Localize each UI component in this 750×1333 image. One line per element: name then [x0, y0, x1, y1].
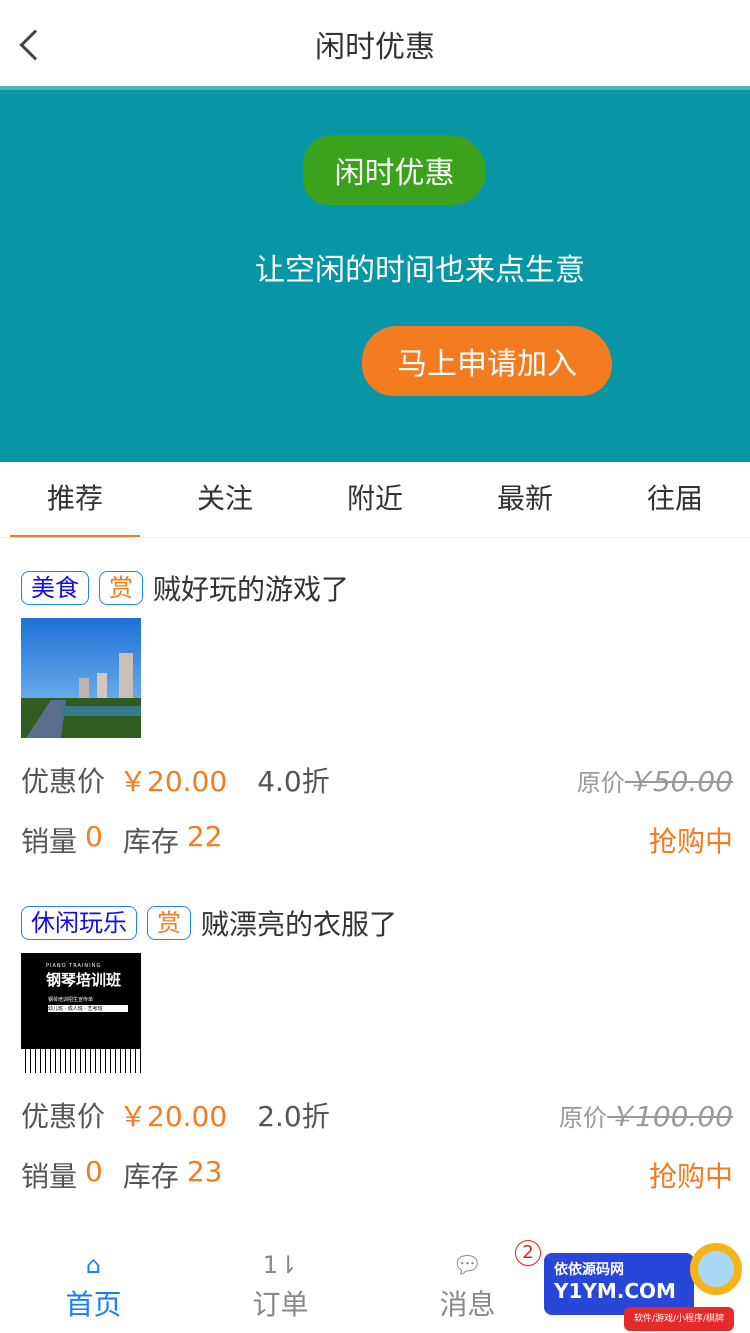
header: 闲时优惠 — [0, 0, 750, 90]
banner: 闲时优惠 让空闲的时间也来点生意 马上申请加入 — [0, 90, 750, 462]
page-title: 闲时优惠 — [315, 30, 435, 65]
discount: 2.0折 — [257, 1100, 330, 1133]
watermark-ad: 依依源码网 Y1YM.COM 软件/游戏/小程序/棋牌 — [530, 1243, 750, 1333]
sales-count: 0 — [85, 820, 103, 853]
list-item[interactable]: 美食 赏 贼好玩的游戏了 优惠价 ￥20.00 4.0折 原价￥50.00 销量… — [0, 570, 750, 870]
item-title[interactable]: 贼漂亮的衣服了 — [201, 903, 397, 943]
reward-tag: 赏 — [99, 571, 143, 605]
sales-count: 0 — [85, 1155, 103, 1188]
original-price: ￥50.00 — [624, 765, 733, 798]
tab-bar: 推荐 关注 附近 最新 往届 — [0, 462, 750, 538]
original-price: ￥100.00 — [607, 1100, 733, 1133]
nav-home-label: 首页 — [65, 1288, 122, 1321]
original-price-label: 原价 — [576, 769, 625, 797]
item-thumbnail[interactable]: PIANO TRAINING 钢琴培训班 钢琴培训招生宣传单 幼儿班 · 成人班… — [21, 953, 141, 1073]
nav-home[interactable]: ⌂ 首页 — [0, 1233, 187, 1333]
discount: 4.0折 — [257, 765, 330, 798]
tab-nearby[interactable]: 附近 — [310, 462, 440, 537]
sales-label: 销量 — [21, 1160, 78, 1193]
price-label: 优惠价 — [21, 765, 106, 798]
item-title[interactable]: 贼好玩的游戏了 — [153, 568, 349, 608]
status-badge: 抢购中 — [648, 1160, 733, 1193]
nav-orders-label: 订单 — [252, 1288, 309, 1321]
stock-count: 22 — [186, 820, 223, 853]
deal-price: ￥20.00 — [119, 765, 228, 798]
reward-tag: 赏 — [147, 906, 191, 940]
original-price-label: 原价 — [559, 1104, 608, 1132]
list-item[interactable]: 休闲玩乐 赏 贼漂亮的衣服了 PIANO TRAINING 钢琴培训班 钢琴培训… — [0, 905, 750, 1205]
apply-button[interactable]: 马上申请加入 — [362, 326, 612, 396]
item-thumbnail[interactable] — [21, 618, 141, 738]
stock-label: 库存 — [122, 825, 179, 858]
stock-count: 23 — [186, 1155, 223, 1188]
banner-badge: 闲时优惠 — [303, 135, 486, 205]
deal-price: ￥20.00 — [119, 1100, 228, 1133]
home-icon: ⌂ — [85, 1251, 102, 1279]
sort-icon: 1⇂ — [262, 1251, 299, 1279]
price-label: 优惠价 — [21, 1100, 106, 1133]
tab-follow[interactable]: 关注 — [160, 462, 290, 537]
magnifier-icon — [690, 1243, 742, 1295]
tab-recommend[interactable]: 推荐 — [10, 462, 140, 537]
category-tag: 美食 — [21, 571, 89, 605]
tab-latest[interactable]: 最新 — [460, 462, 590, 537]
tab-past[interactable]: 往届 — [610, 462, 740, 537]
category-tag: 休闲玩乐 — [21, 906, 137, 940]
stock-label: 库存 — [122, 1160, 179, 1193]
nav-orders[interactable]: 1⇂ 订单 — [187, 1233, 374, 1333]
sales-label: 销量 — [21, 825, 78, 858]
banner-slogan: 让空闲的时间也来点生意 — [255, 253, 585, 288]
status-badge: 抢购中 — [648, 825, 733, 858]
